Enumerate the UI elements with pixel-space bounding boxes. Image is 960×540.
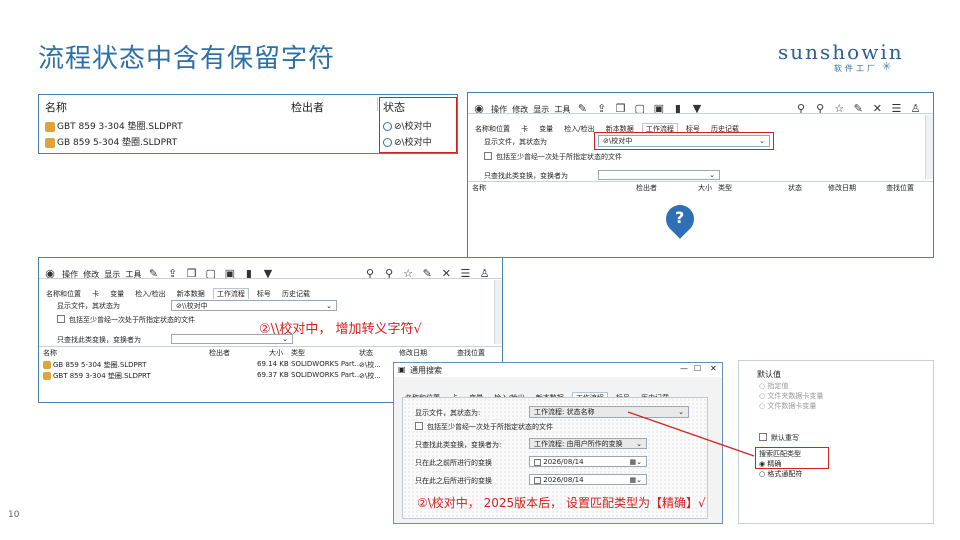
connector-arrow — [627, 411, 755, 457]
